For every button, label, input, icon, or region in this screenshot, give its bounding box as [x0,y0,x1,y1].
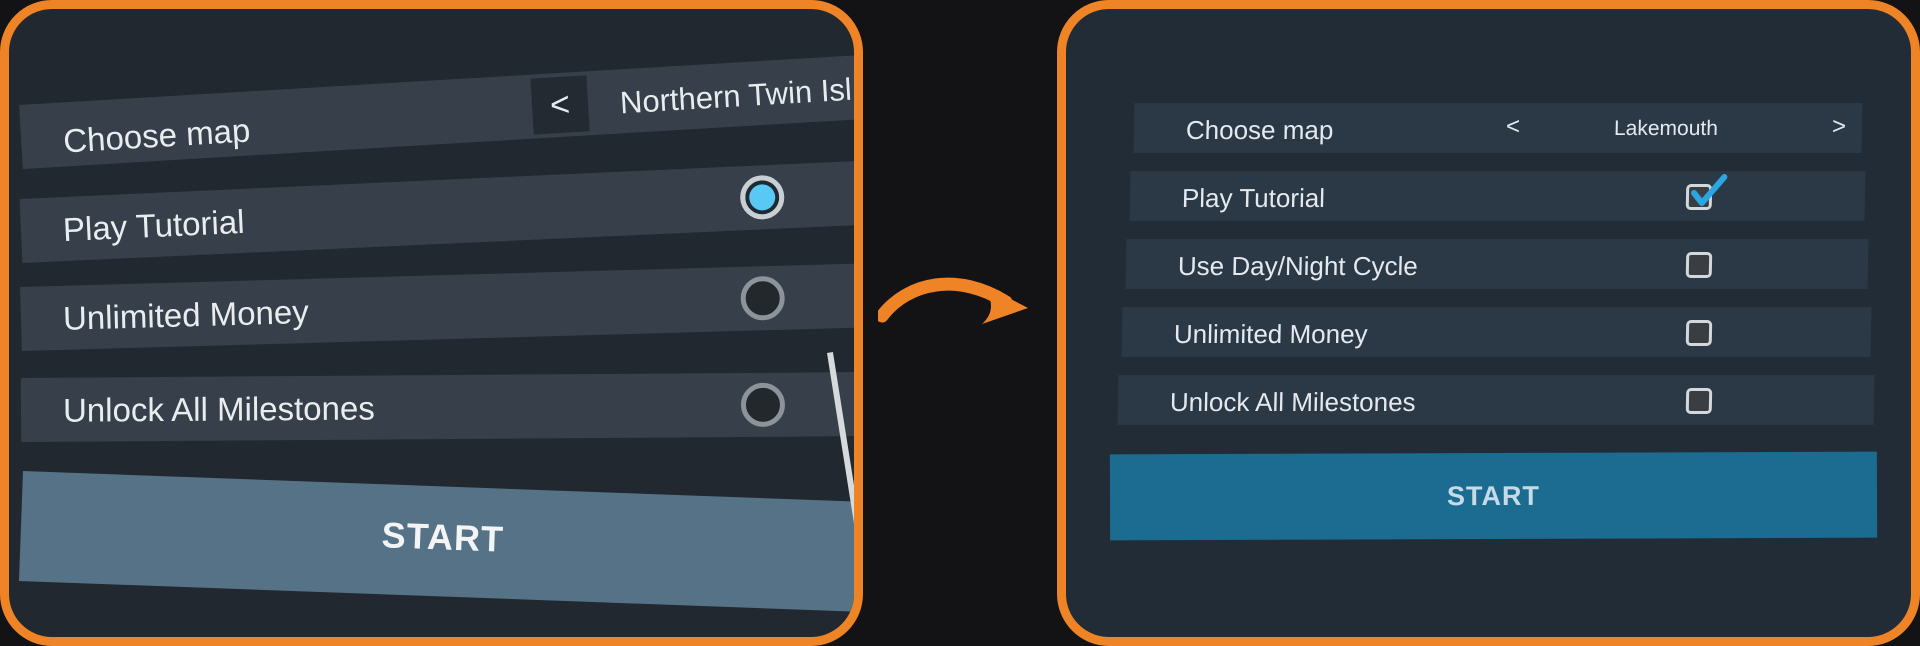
radio-icon[interactable] [740,382,786,427]
map-prev-button[interactable]: < [1506,113,1521,141]
option-row-unlock-all-milestones[interactable]: Unlock All Milestones [20,372,854,442]
map-value: Northern Twin Isl [618,71,853,121]
curved-arrow-icon [878,277,1028,324]
choose-map-label: Choose map [62,111,252,160]
choose-map-row: Choose map < Northern Twin Isl [19,55,854,169]
option-label: Unlimited Money [62,292,310,337]
before-settings-panel: Choose map < Northern Twin Isl Play Tuto… [0,0,863,646]
start-label: START [1446,480,1541,512]
option-row-unlimited-money[interactable]: Unlimited Money [20,263,854,351]
option-label: Unlock All Milestones [1169,387,1416,417]
option-label: Unlimited Money [1173,319,1368,349]
option-row-play-tutorial[interactable]: Play Tutorial [19,160,854,263]
option-row-use-day-night-cycle[interactable]: Use Day/Night Cycle [1125,239,1869,289]
checkbox-icon[interactable] [1685,320,1713,346]
option-label: Play Tutorial [1181,183,1326,213]
option-row-play-tutorial[interactable]: Play Tutorial [1129,171,1866,221]
option-label: Use Day/Night Cycle [1177,251,1419,281]
checkbox-icon[interactable] [1685,252,1713,278]
choose-map-row: Choose map < Lakemouth > [1133,103,1863,153]
choose-map-label: Choose map [1185,115,1334,145]
start-label: START [380,514,505,560]
map-next-button[interactable]: > [1832,113,1847,141]
start-button[interactable]: START [18,471,854,612]
map-value: Lakemouth [1613,117,1719,140]
option-row-unlock-all-milestones[interactable]: Unlock All Milestones [1117,375,1875,425]
after-settings-panel: Choose map < Lakemouth > Play Tutorial U… [1057,0,1920,646]
radio-icon[interactable] [740,275,786,321]
option-label: Play Tutorial [62,202,246,249]
checkbox-icon[interactable] [1685,388,1713,414]
radio-selected-icon[interactable] [739,174,786,221]
option-label: Unlock All Milestones [62,389,375,429]
map-prev-button[interactable]: < [530,75,590,135]
checkmark-icon [1691,174,1728,206]
checkbox-checked-icon[interactable] [1685,174,1728,210]
start-button[interactable]: START [1109,451,1878,541]
option-row-unlimited-money[interactable]: Unlimited Money [1121,307,1872,357]
